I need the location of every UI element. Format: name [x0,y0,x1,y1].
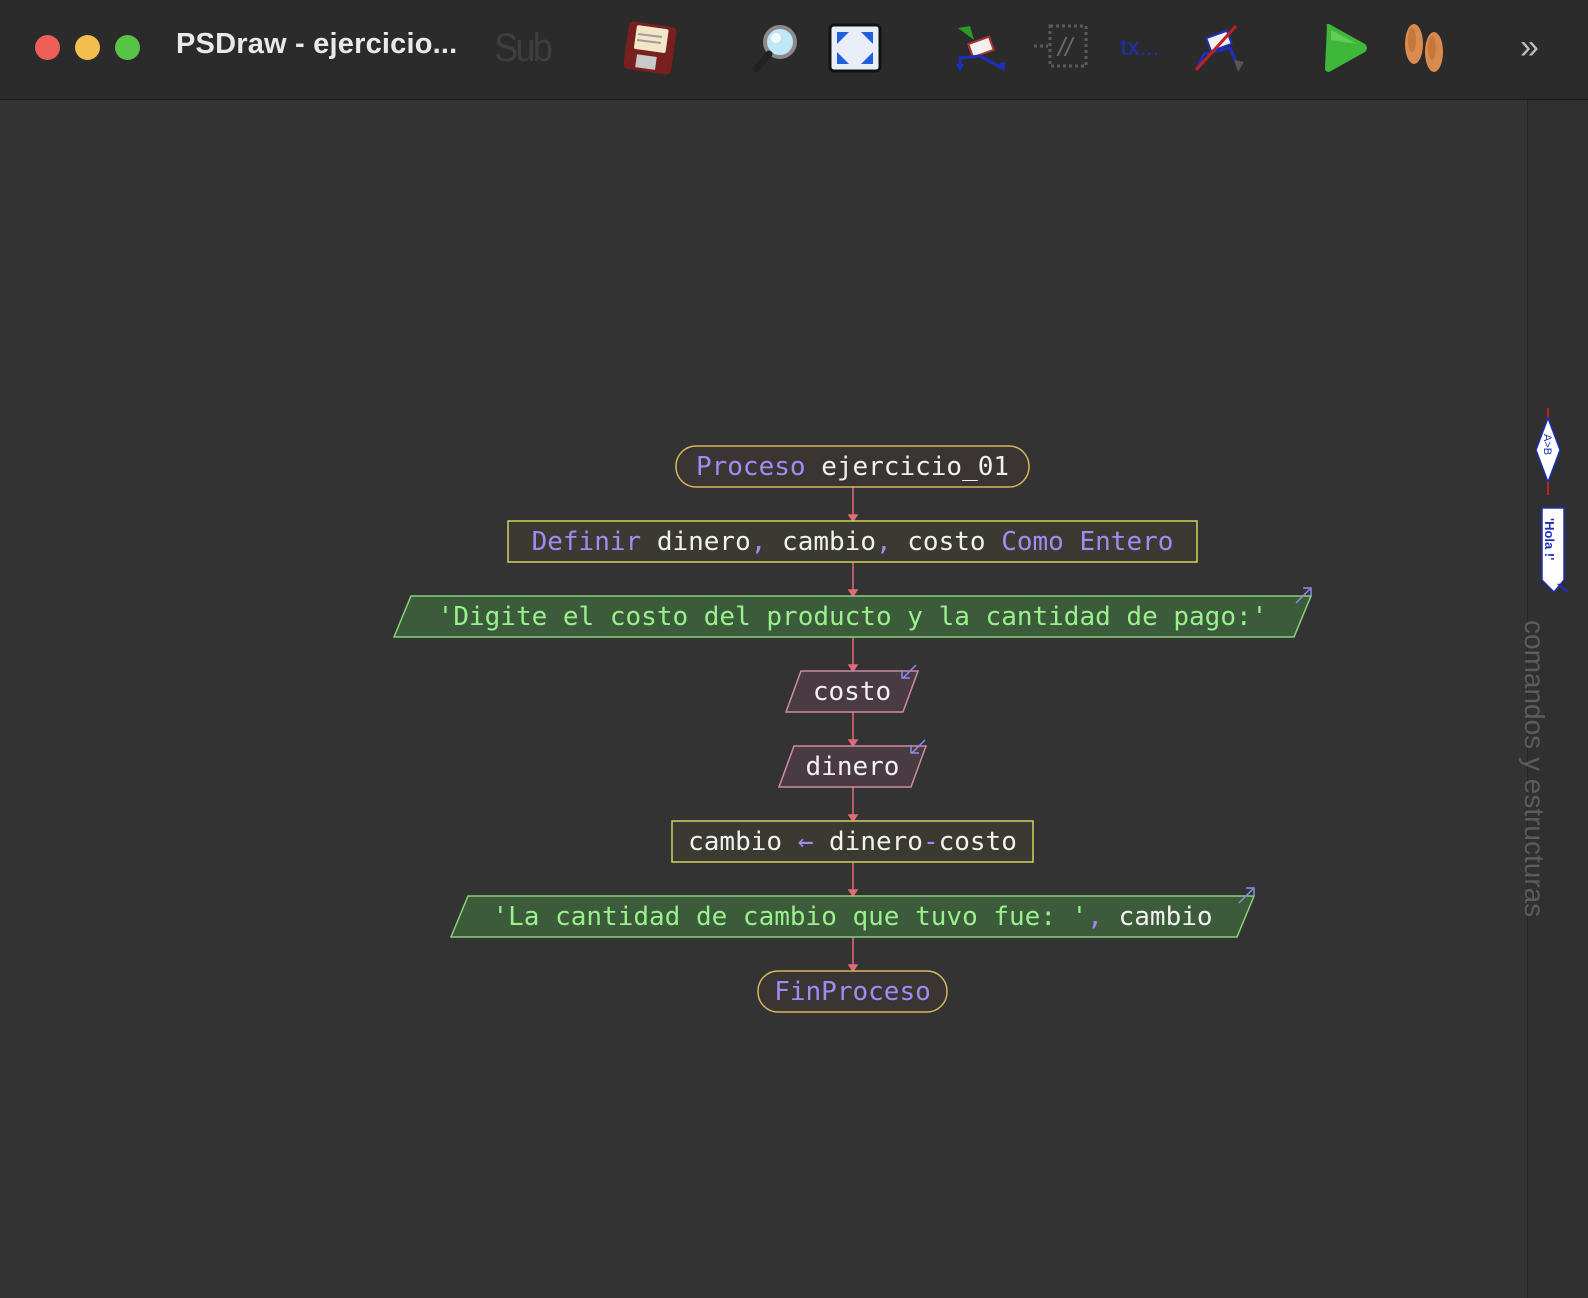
sidebar-title: comandos y estructuras [1519,620,1568,940]
output2-var: cambio [1118,901,1213,932]
define-var-1: dinero [656,526,751,557]
input1-var: costo [812,676,892,707]
output-tool[interactable]: 'Hola !' [1541,507,1569,594]
define-sep-2: , [875,526,892,557]
assign-statement[interactable]: cambio ← dinero - costo [672,821,1033,862]
output2-sep: , [1087,901,1103,932]
connector-layer [392,445,1313,1013]
process-name: ejercicio_01 [821,451,1010,482]
decision-tool-label: A>B [1541,434,1553,455]
output-tool-label: 'Hola !' [1542,518,1557,560]
start-keyword: Proceso [695,451,806,482]
input-statement-2[interactable]: dinero [779,746,926,787]
define-statement[interactable]: Definir dinero, cambio, costo Como Enter… [508,521,1197,562]
sidebar-tools: A>B 'Hola !' [1535,408,1569,594]
output-statement-1[interactable]: 'Digite el costo del producto y la canti… [394,596,1311,637]
define-type-kw1: Como [1001,526,1064,557]
end-keyword: FinProceso [774,976,931,1007]
define-keyword: Definir [531,526,642,557]
sidebar-label: comandos y estructuras [1519,620,1550,918]
define-var-3: costo [907,526,986,557]
assign-op: - [922,826,939,857]
output2-text: 'La cantidad de cambio que tuvo fue: ' [492,901,1088,932]
define-var-2: cambio [782,526,876,557]
define-type-kw2: Entero [1079,526,1174,557]
assign-expr-right: costo [938,826,1017,857]
start-terminal[interactable]: Proceso ejercicio_01 [676,446,1029,487]
assign-expr-left: dinero [829,826,923,857]
input2-var: dinero [805,751,900,782]
assign-target: cambio [688,826,783,857]
output-statement-2[interactable]: 'La cantidad de cambio que tuvo fue: ', … [451,896,1254,937]
define-sep-1: , [750,526,767,557]
end-terminal[interactable]: FinProceso [758,971,947,1012]
input-statement-1[interactable]: costo [786,671,918,712]
decision-tool[interactable]: A>B [1535,408,1561,495]
assign-arrow-icon: ← [797,826,814,857]
output1-text: 'Digite el costo del producto y la canti… [437,601,1268,632]
